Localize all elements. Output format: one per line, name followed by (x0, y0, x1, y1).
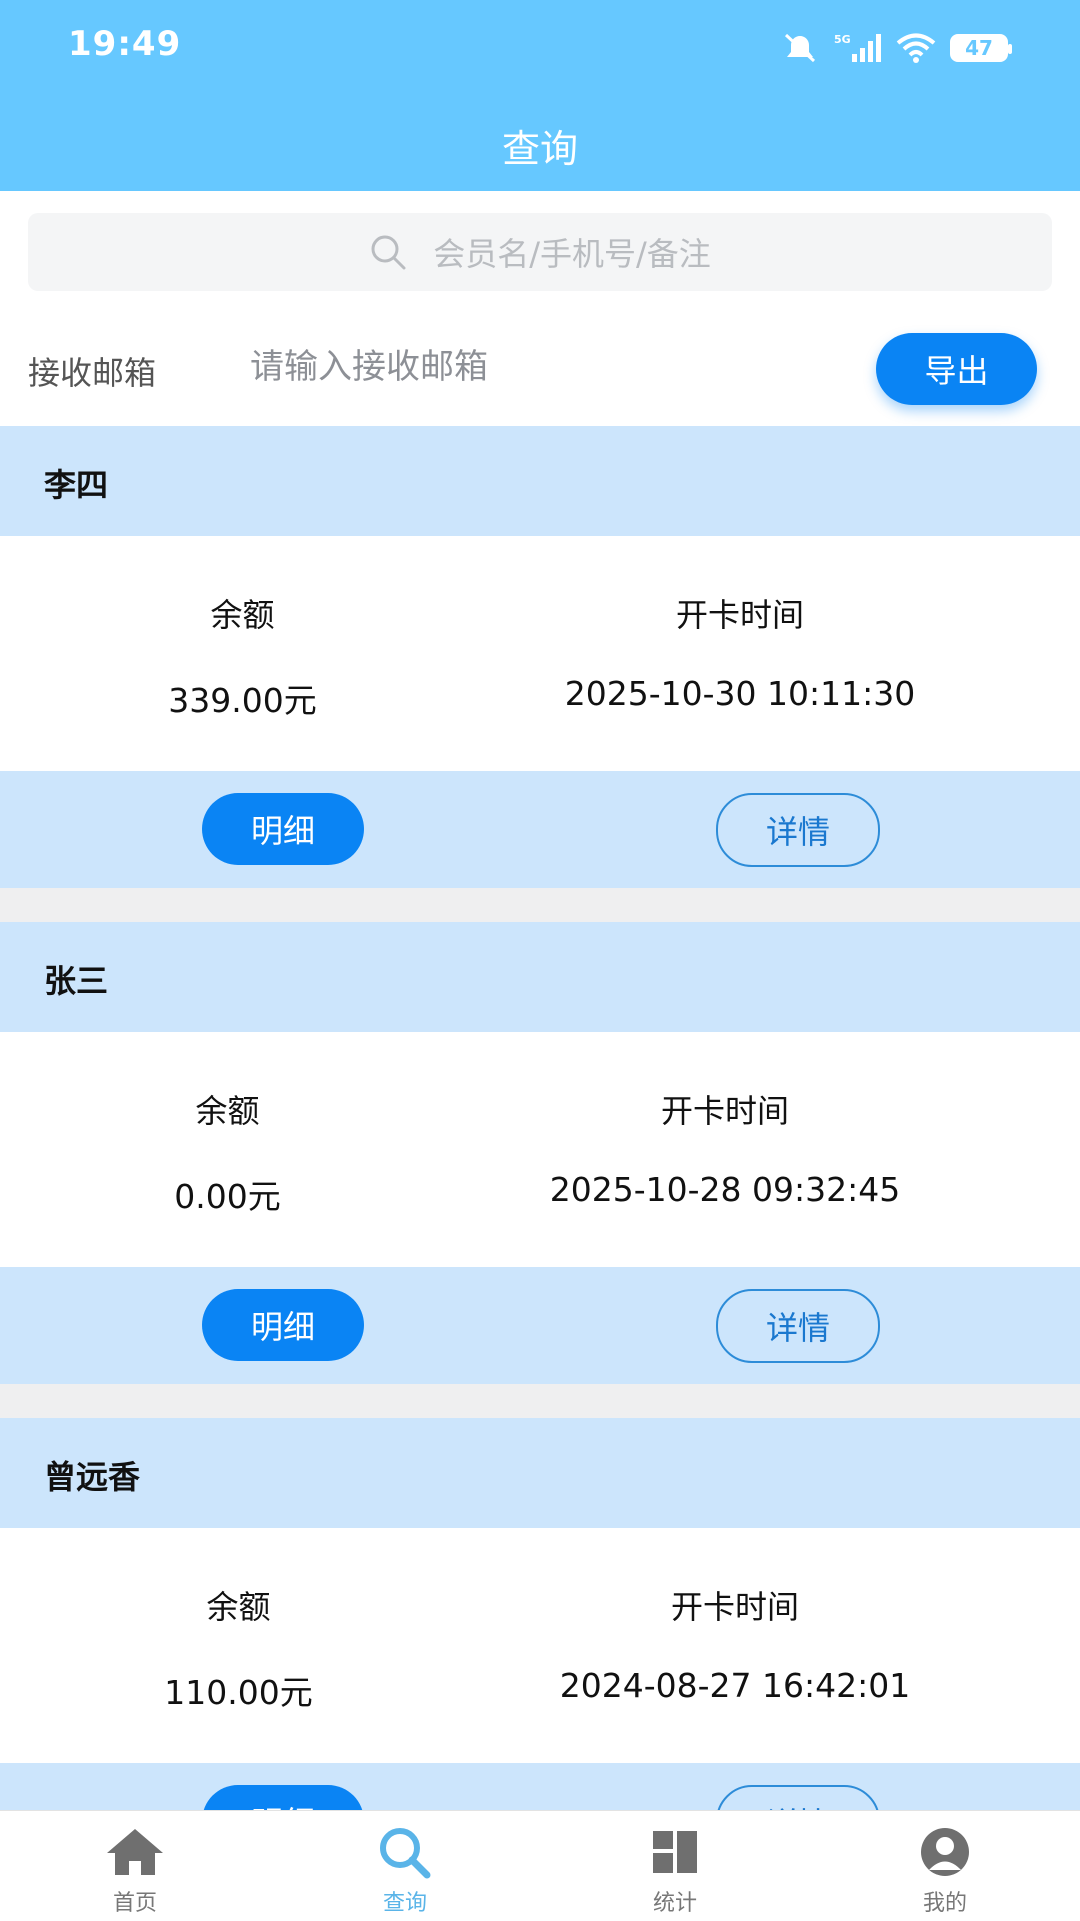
member-card: 张三 余额 0.00元 开卡时间 2025-10-28 09:32:45 明细 … (0, 922, 1080, 1384)
card-separator (0, 1384, 1080, 1418)
member-list: 李四 余额 339.00元 开卡时间 2025-10-30 10:11:30 明… (0, 426, 1080, 1914)
nav-item-stats[interactable]: 统计 (540, 1811, 810, 1921)
member-card-actions: 明细 详情 (0, 1267, 1080, 1384)
mute-icon (784, 33, 816, 63)
opened-value: 2024-08-27 16:42:01 (559, 1666, 911, 1705)
member-name: 曾远香 (44, 1458, 141, 1496)
info-button[interactable]: 详情 (716, 1289, 880, 1363)
export-button[interactable]: 导出 (876, 333, 1037, 405)
opened-label: 开卡时间 (660, 1092, 789, 1130)
opened-value: 2025-10-28 09:32:45 (549, 1170, 901, 1209)
balance-label: 余额 (195, 1092, 260, 1130)
balance-value: 110.00元 (164, 1673, 313, 1712)
balance-value: 0.00元 (174, 1177, 281, 1216)
member-card-body: 余额 110.00元 开卡时间 2024-08-27 16:42:01 (0, 1528, 1080, 1763)
member-name: 张三 (44, 962, 109, 1000)
detail-button[interactable]: 明细 (202, 1289, 364, 1361)
app-header: 19:49 5G 47 查询 (0, 0, 1080, 191)
page-title: 查询 (501, 127, 578, 171)
nav-label: 统计 (652, 1891, 697, 1916)
member-card: 李四 余额 339.00元 开卡时间 2025-10-30 10:11:30 明… (0, 426, 1080, 888)
opened-value: 2025-10-30 10:11:30 (564, 674, 916, 713)
email-field[interactable] (250, 342, 810, 392)
nav-label: 我的 (922, 1891, 967, 1916)
bottom-nav: 首页 查询 统计 我的 (0, 1810, 1080, 1921)
balance-value: 339.00元 (168, 681, 317, 720)
search-input[interactable]: 会员名/手机号/备注 (28, 213, 1052, 291)
balance-label: 余额 (210, 596, 275, 634)
member-card-body: 余额 0.00元 开卡时间 2025-10-28 09:32:45 (0, 1032, 1080, 1267)
info-button[interactable]: 详情 (716, 793, 880, 867)
nav-item-profile[interactable]: 我的 (810, 1811, 1080, 1921)
member-card-header: 李四 (0, 426, 1080, 536)
svg-text:5G: 5G (834, 33, 851, 46)
status-icons: 5G 47 (780, 30, 1012, 66)
member-card-actions: 明细 详情 (0, 771, 1080, 888)
wifi-icon (896, 33, 936, 63)
nav-item-search[interactable]: 查询 (270, 1811, 540, 1921)
opened-label: 开卡时间 (670, 1588, 799, 1626)
member-card-header: 张三 (0, 922, 1080, 1032)
opened-label: 开卡时间 (675, 596, 804, 634)
nav-label: 首页 (112, 1891, 157, 1916)
nav-label: 查询 (382, 1891, 427, 1916)
signal-icon: 5G (834, 33, 881, 62)
search-placeholder: 会员名/手机号/备注 (433, 235, 711, 273)
search-icon (380, 1828, 431, 1879)
member-name: 李四 (44, 466, 109, 504)
stats-icon (653, 1831, 697, 1873)
search-icon (371, 235, 406, 270)
balance-label: 余额 (206, 1588, 271, 1626)
home-icon (107, 1829, 163, 1875)
status-time: 19:49 (68, 24, 182, 64)
detail-button[interactable]: 明细 (202, 793, 364, 865)
email-label: 接收邮箱 (28, 354, 157, 392)
member-card-body: 余额 339.00元 开卡时间 2025-10-30 10:11:30 (0, 536, 1080, 771)
battery-icon: 47 (950, 34, 1012, 62)
profile-icon (921, 1828, 969, 1876)
card-separator (0, 888, 1080, 922)
nav-item-home[interactable]: 首页 (0, 1811, 270, 1921)
member-card-header: 曾远香 (0, 1418, 1080, 1528)
